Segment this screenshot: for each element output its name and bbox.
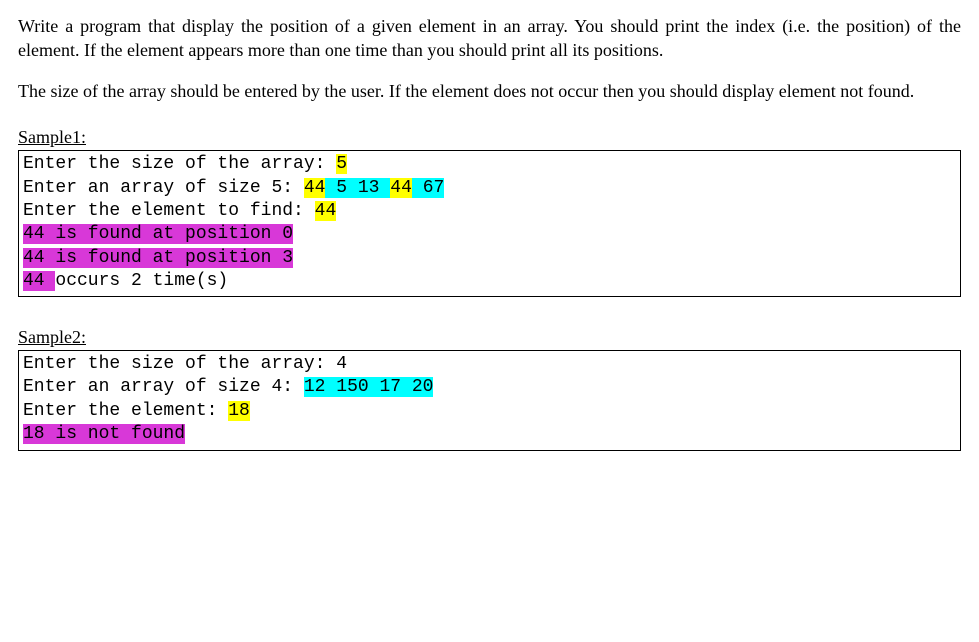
second-paragraph: The size of the array should be entered … xyxy=(18,79,961,103)
intro-paragraph: Write a program that display the positio… xyxy=(18,14,961,63)
sample1-line3-value: 44 xyxy=(315,201,337,221)
sample1-line3: Enter the element to find: 44 xyxy=(23,200,956,223)
sample2-line3: Enter the element: 18 xyxy=(23,400,956,423)
sample1-line2-v2: 5 xyxy=(325,178,347,198)
sample1-line4: 44 is found at position 0 xyxy=(23,223,956,246)
sample2-line2-value: 12 150 17 20 xyxy=(304,377,434,397)
sample2-line1: Enter the size of the array: 4 xyxy=(23,353,956,376)
sample2-line4-text: 18 is not found xyxy=(23,424,185,444)
sample2-line1-prefix: Enter the size of the array: xyxy=(23,354,336,374)
sample2-line3-value: 18 xyxy=(228,401,250,421)
sample2-line4: 18 is not found xyxy=(23,423,956,446)
sample2-box: Enter the size of the array: 4 Enter an … xyxy=(18,350,961,452)
sample1-line1: Enter the size of the array: 5 xyxy=(23,153,956,176)
sample1-line2-v3: 13 xyxy=(347,178,390,198)
sample1-line1-prefix: Enter the size of the array: xyxy=(23,154,336,174)
sample1-box: Enter the size of the array: 5 Enter an … xyxy=(18,150,961,296)
sample1-line2-v4: 44 xyxy=(390,178,412,198)
sample1-line5: 44 is found at position 3 xyxy=(23,247,956,270)
sample1-label: Sample1: xyxy=(18,125,961,149)
sample2-line3-prefix: Enter the element: xyxy=(23,401,228,421)
sample1-line2-v5: 67 xyxy=(412,178,444,198)
sample1-line6-part1: 44 xyxy=(23,271,55,291)
sample1-line6: 44 occurs 2 time(s) xyxy=(23,270,956,293)
sample1-line4-text: 44 is found at position 0 xyxy=(23,224,293,244)
sample1-line2-prefix: Enter an array of size 5: xyxy=(23,178,304,198)
sample2-label: Sample2: xyxy=(18,325,961,349)
sample1-line6-part2: occurs 2 time(s) xyxy=(55,271,228,291)
sample1-line3-prefix: Enter the element to find: xyxy=(23,201,315,221)
sample1-line1-value: 5 xyxy=(336,154,347,174)
sample1-line2: Enter an array of size 5: 44 5 13 44 67 xyxy=(23,177,956,200)
sample1-line5-text: 44 is found at position 3 xyxy=(23,248,293,268)
sample2-line2-prefix: Enter an array of size 4: xyxy=(23,377,304,397)
sample2-line2: Enter an array of size 4: 12 150 17 20 xyxy=(23,376,956,399)
sample2-line1-value: 4 xyxy=(336,354,347,374)
sample1-line2-v1: 44 xyxy=(304,178,326,198)
